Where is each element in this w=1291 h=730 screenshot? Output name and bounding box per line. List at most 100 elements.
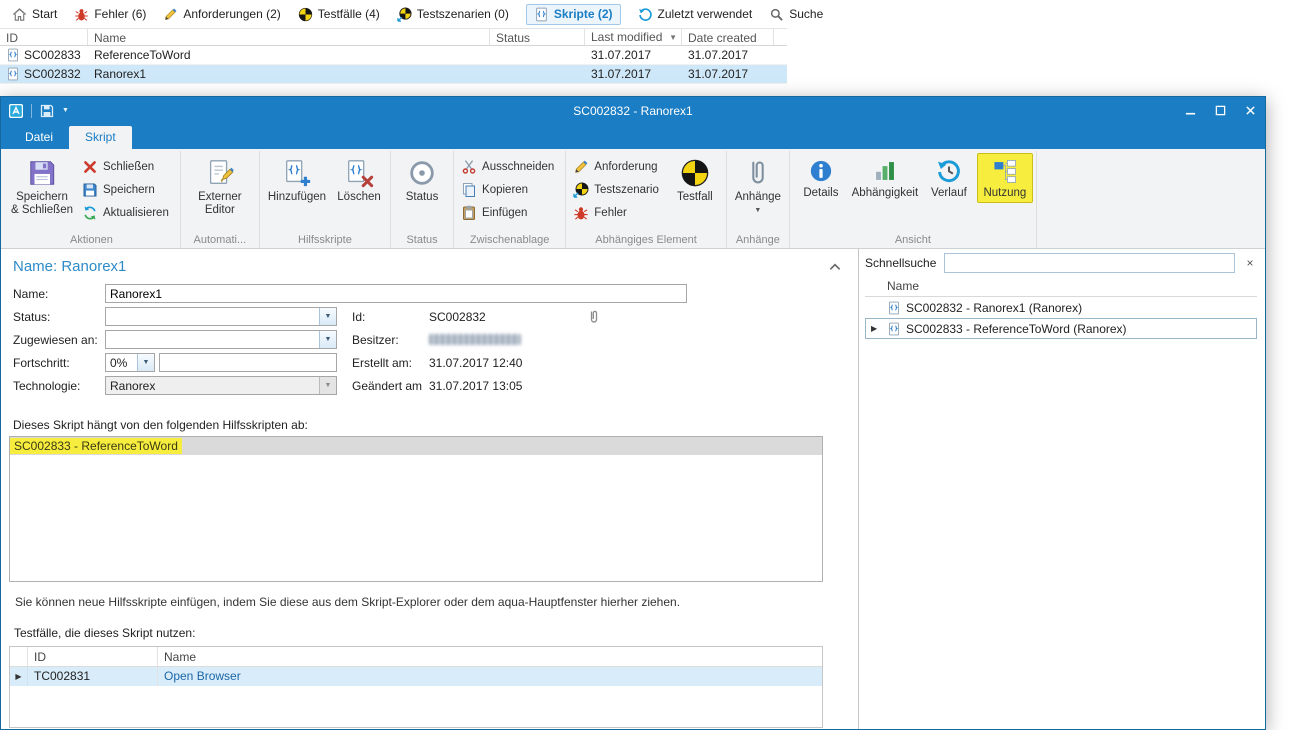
dependency-button[interactable]: Abhängigkeit [849, 153, 921, 203]
tab-datei[interactable]: Datei [9, 126, 69, 149]
status-button[interactable]: Status [394, 153, 450, 207]
nav-item-skripte[interactable]: Skripte (2) [526, 4, 621, 25]
attachments-button[interactable]: Anhänge ▼ [730, 153, 786, 218]
delete-script-icon [344, 158, 374, 188]
column-header-name[interactable]: Name [158, 647, 822, 666]
column-header-id[interactable]: ID [28, 647, 158, 666]
paste-icon [461, 205, 477, 221]
nav-label: Fehler (6) [94, 7, 146, 21]
nav-item-suche[interactable]: Suche [769, 7, 823, 22]
search-icon [769, 7, 784, 22]
usage-button[interactable]: Nutzung [977, 153, 1033, 203]
testcase-button[interactable]: Testfall [667, 153, 723, 207]
owner-label: Besitzer: [352, 333, 429, 347]
ribbon-group-status: Status Status [391, 151, 454, 248]
home-icon [12, 7, 27, 22]
copy-button[interactable]: Kopieren [457, 179, 562, 200]
table-row-selected[interactable]: SC002832 Ranorex1 31.07.2017 31.07.2017 [0, 65, 787, 84]
progress-combobox[interactable]: 0% ▼ [105, 353, 155, 372]
quick-save-icon[interactable] [39, 103, 55, 119]
chevron-down-icon[interactable]: ▼ [319, 308, 336, 325]
nav-item-testszenarien[interactable]: Testszenarien (0) [397, 7, 509, 22]
clear-search-icon[interactable]: × [1243, 256, 1257, 270]
ribbon: Speichern & Schließen Schließen Speicher… [1, 149, 1265, 249]
cut-button[interactable]: Ausschneiden [457, 156, 562, 177]
window-controls [1175, 98, 1265, 124]
nav-item-fehler[interactable]: Fehler (6) [74, 7, 146, 22]
refresh-button[interactable]: Aktualisieren [78, 202, 177, 223]
requirement-icon [163, 7, 178, 22]
id-label: Id: [352, 310, 429, 324]
column-header-id[interactable]: ID [0, 29, 88, 45]
tree-item-referencetoword-selected[interactable]: ▶ SC002833 - ReferenceToWord (Ranorex) [865, 318, 1257, 339]
paperclip-icon[interactable] [586, 309, 602, 325]
close-button[interactable]: Schließen [78, 156, 177, 177]
save-icon [82, 182, 98, 198]
dropdown-icon: ▼ [754, 207, 761, 215]
maximize-button[interactable] [1205, 98, 1235, 124]
usage-label: Testfälle, die dieses Skript nutzen: [14, 626, 858, 640]
requirement-button[interactable]: Anforderung [569, 156, 667, 177]
chevron-down-icon: ▼ [319, 377, 336, 394]
status-combobox[interactable]: ▼ [105, 307, 337, 326]
chevron-down-icon[interactable]: ▼ [137, 354, 154, 371]
dependencies-label: Dieses Skript hängt von den folgenden Hi… [13, 418, 858, 432]
tree-column-header-name[interactable]: Name [865, 276, 1257, 297]
ribbon-group-aktionen: Speichern & Schließen Schließen Speicher… [3, 151, 181, 248]
delete-helper-script-button[interactable]: Löschen [331, 153, 387, 207]
group-label: Hilfsskripte [260, 234, 390, 246]
nav-item-zuletzt-verwendet[interactable]: Zuletzt verwendet [638, 7, 753, 22]
sort-desc-icon: ▼ [669, 33, 677, 42]
app-icon [8, 103, 24, 119]
progress-input[interactable] [159, 353, 337, 372]
column-header-name[interactable]: Name [88, 29, 490, 45]
titlebar[interactable]: SC002832 - Ranorex1 ▼ [1, 97, 1265, 124]
cut-icon [461, 159, 477, 175]
add-helper-script-button[interactable]: Hinzufügen [263, 153, 331, 207]
bug-icon [74, 7, 89, 22]
save-button[interactable]: Speichern [78, 179, 177, 200]
close-icon [1245, 105, 1256, 116]
history-button[interactable]: Verlauf [921, 153, 977, 203]
script-icon [534, 7, 549, 22]
nav-label: Zuletzt verwendet [658, 7, 753, 21]
assigned-combobox[interactable]: ▼ [105, 330, 337, 349]
minimize-button[interactable] [1175, 98, 1205, 124]
defect-button[interactable]: Fehler [569, 202, 667, 223]
nav-item-anforderungen[interactable]: Anforderungen (2) [163, 7, 280, 22]
save-and-close-button[interactable]: Speichern & Schließen [6, 153, 78, 220]
technology-combobox: Ranorex ▼ [105, 376, 337, 395]
ribbon-group-ansicht: Details Abhängigkeit Verlauf Nutzung Ans… [790, 151, 1037, 248]
tree-item-ranorex1[interactable]: SC002832 - Ranorex1 (Ranorex) [865, 297, 1257, 318]
script-icon [6, 67, 20, 81]
name-input[interactable] [105, 284, 687, 303]
testscenario-button[interactable]: Testszenario [569, 179, 667, 200]
nav-item-start[interactable]: Start [12, 7, 57, 22]
dependencies-list[interactable]: SC002833 - ReferenceToWord [9, 436, 823, 582]
external-editor-button[interactable]: Externer Editor [184, 153, 256, 220]
progress-label: Fortschritt: [13, 356, 105, 370]
usage-icon [992, 158, 1018, 184]
ribbon-group-automatisierung: Externer Editor Automati... [181, 151, 260, 248]
column-header-date-created[interactable]: Date created [682, 29, 774, 45]
qat-dropdown-icon[interactable]: ▼ [62, 107, 69, 114]
quick-access-toolbar: ▼ [1, 103, 69, 119]
usage-table-row[interactable]: ▶ TC002831 Open Browser [10, 667, 822, 686]
row-indicator-icon: ▶ [15, 672, 21, 681]
chevron-down-icon[interactable]: ▼ [319, 331, 336, 348]
collapse-chevron-icon[interactable] [828, 260, 842, 274]
tab-skript[interactable]: Skript [69, 126, 132, 149]
table-row[interactable]: SC002833 ReferenceToWord 31.07.2017 31.0… [0, 46, 787, 65]
nav-item-testfaelle[interactable]: Testfälle (4) [298, 7, 380, 22]
column-header-last-modified[interactable]: Last modified ▼ [585, 29, 682, 45]
group-label: Aktionen [3, 234, 180, 246]
close-window-button[interactable] [1235, 98, 1265, 124]
group-label: Zwischenablage [454, 234, 565, 246]
paste-button[interactable]: Einfügen [457, 202, 562, 223]
quick-search-input[interactable] [944, 253, 1235, 273]
ribbon-group-zwischenablage: Ausschneiden Kopieren Einfügen Zwischena… [454, 151, 566, 248]
dependency-list-item[interactable]: SC002833 - ReferenceToWord [10, 437, 822, 455]
nav-label: Testszenarien (0) [417, 7, 509, 21]
column-header-status[interactable]: Status [490, 29, 585, 45]
details-button[interactable]: Details [793, 153, 849, 203]
